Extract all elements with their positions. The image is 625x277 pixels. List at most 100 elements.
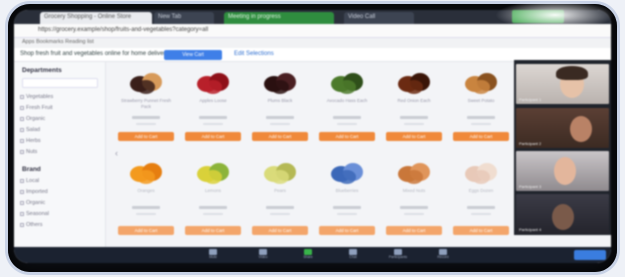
product-name[interactable]: Lemons [183, 188, 243, 194]
toolbar-mute-button[interactable]: Mute [199, 249, 227, 261]
product-name[interactable]: Red Onion Each [384, 98, 444, 104]
product-image[interactable] [126, 68, 166, 96]
product-card[interactable]: Red Onion Each Add to Cart [382, 64, 446, 150]
brand-checkbox[interactable] [20, 223, 24, 227]
chevron-left-icon[interactable]: ‹ [115, 148, 118, 158]
product-price [266, 116, 294, 119]
toolbar-share-button[interactable]: Share [294, 249, 322, 261]
brand-checkbox[interactable] [20, 190, 24, 194]
filter-checkbox[interactable] [20, 95, 24, 99]
add-to-cart-button[interactable]: Add to Cart [453, 226, 509, 235]
sidebar-search-input[interactable] [22, 78, 98, 88]
participant-face [552, 204, 574, 230]
edit-selections-link[interactable]: Edit Selections [234, 51, 274, 57]
product-card[interactable]: Strawberry Punnet Fresh Pack Add to Cart [114, 64, 178, 150]
product-card[interactable]: Mixed Nuts Add to Cart [382, 154, 446, 240]
browser-tab[interactable]: Grocery Shopping - Online Store [40, 12, 152, 24]
product-name[interactable]: Avocado Hass Each [317, 98, 377, 104]
participant-video[interactable]: Participant 3 [516, 151, 609, 191]
product-unit-price [270, 123, 290, 125]
toolbar-participants-button[interactable]: Participants [384, 249, 412, 261]
filter-label: Vegetables [26, 94, 54, 100]
product-name[interactable]: Sweet Potato [451, 98, 511, 104]
browser-tab[interactable]: Meeting in progress [224, 12, 334, 24]
product-price [132, 116, 160, 119]
add-to-cart-button[interactable]: Add to Cart [252, 226, 308, 235]
product-name[interactable]: Eggs Dozen [451, 188, 511, 194]
add-to-cart-button[interactable]: Add to Cart [185, 132, 241, 141]
product-photo-icon [130, 73, 162, 94]
toolbar-label: Video [258, 255, 268, 259]
product-image[interactable] [327, 158, 367, 186]
end-call-button[interactable] [574, 250, 606, 260]
add-to-cart-button[interactable]: Add to Cart [319, 132, 375, 141]
participant-face [570, 116, 592, 142]
product-image[interactable] [327, 68, 367, 96]
participant-video[interactable]: Participant 2 [516, 108, 609, 148]
filter-checkbox[interactable] [20, 139, 24, 143]
participant-name: Participant 4 [519, 227, 542, 232]
product-price [400, 116, 428, 119]
product-image[interactable] [394, 158, 434, 186]
product-image[interactable] [260, 68, 300, 96]
bookmarks-text[interactable]: Apps Bookmarks Reading list [22, 39, 94, 45]
filter-checkbox[interactable] [20, 106, 24, 110]
add-to-cart-button[interactable]: Add to Cart [319, 226, 375, 235]
product-card[interactable]: Apples Loose Add to Cart [181, 64, 245, 150]
product-name[interactable]: Blueberries [317, 188, 377, 194]
product-image[interactable] [193, 68, 233, 96]
brand-checkbox[interactable] [20, 179, 24, 183]
add-to-cart-button[interactable]: Add to Cart [386, 132, 442, 141]
page-title: Shop fresh fruit and vegetables online f… [20, 51, 169, 57]
add-to-cart-button[interactable]: Add to Cart [453, 132, 509, 141]
participant-video[interactable]: Participant 4 [516, 194, 609, 234]
toolbar-chat-button[interactable]: Chat [339, 249, 367, 261]
product-image[interactable] [461, 158, 501, 186]
product-price [333, 116, 361, 119]
product-image[interactable] [193, 158, 233, 186]
product-price [199, 206, 227, 209]
product-name[interactable]: Plums Black [250, 98, 310, 104]
view-cart-button[interactable]: View Cart [164, 50, 222, 60]
product-photo-icon [465, 73, 497, 94]
product-image[interactable] [461, 68, 501, 96]
product-card[interactable]: Pears Add to Cart [248, 154, 312, 240]
product-card[interactable]: Sweet Potato Add to Cart [449, 64, 513, 150]
product-card[interactable]: Plums Black Add to Cart [248, 64, 312, 150]
filter-checkbox[interactable] [20, 150, 24, 154]
product-unit-price [404, 213, 424, 215]
add-to-cart-button[interactable]: Add to Cart [185, 226, 241, 235]
product-price [199, 116, 227, 119]
product-name[interactable]: Mixed Nuts [384, 188, 444, 194]
product-image[interactable] [260, 158, 300, 186]
browser-tab[interactable]: Video Call [344, 12, 414, 24]
product-card[interactable]: Lemons Add to Cart [181, 154, 245, 240]
product-unit-price [337, 213, 357, 215]
product-name[interactable]: Pears [250, 188, 310, 194]
brand-checkbox[interactable] [20, 212, 24, 216]
add-to-cart-button[interactable]: Add to Cart [118, 226, 174, 235]
toolbar-record-button[interactable]: Record [429, 249, 457, 261]
product-image[interactable] [126, 158, 166, 186]
product-card[interactable]: Blueberries Add to Cart [315, 154, 379, 240]
browser-tab[interactable]: New Tab [154, 12, 214, 24]
brand-checkbox[interactable] [20, 201, 24, 205]
product-name[interactable]: Oranges [116, 188, 176, 194]
product-name[interactable]: Apples Loose [183, 98, 243, 104]
product-card[interactable]: Oranges Add to Cart [114, 154, 178, 240]
filter-checkbox[interactable] [20, 128, 24, 132]
product-photo-icon [264, 163, 296, 184]
filter-checkbox[interactable] [20, 117, 24, 121]
product-photo-icon [197, 73, 229, 94]
product-image[interactable] [394, 68, 434, 96]
add-to-cart-button[interactable]: Add to Cart [386, 226, 442, 235]
participant-video[interactable]: Participant 1 [516, 64, 609, 104]
add-to-cart-button[interactable]: Add to Cart [118, 132, 174, 141]
product-card[interactable]: Eggs Dozen Add to Cart [449, 154, 513, 240]
url-text: https://grocery.example/shop/fruits-and-… [38, 27, 209, 33]
toolbar-video-button[interactable]: Video [249, 249, 277, 261]
product-photo-icon [264, 73, 296, 94]
product-name[interactable]: Strawberry Punnet Fresh Pack [116, 98, 176, 110]
add-to-cart-button[interactable]: Add to Cart [252, 132, 308, 141]
product-card[interactable]: Avocado Hass Each Add to Cart [315, 64, 379, 150]
